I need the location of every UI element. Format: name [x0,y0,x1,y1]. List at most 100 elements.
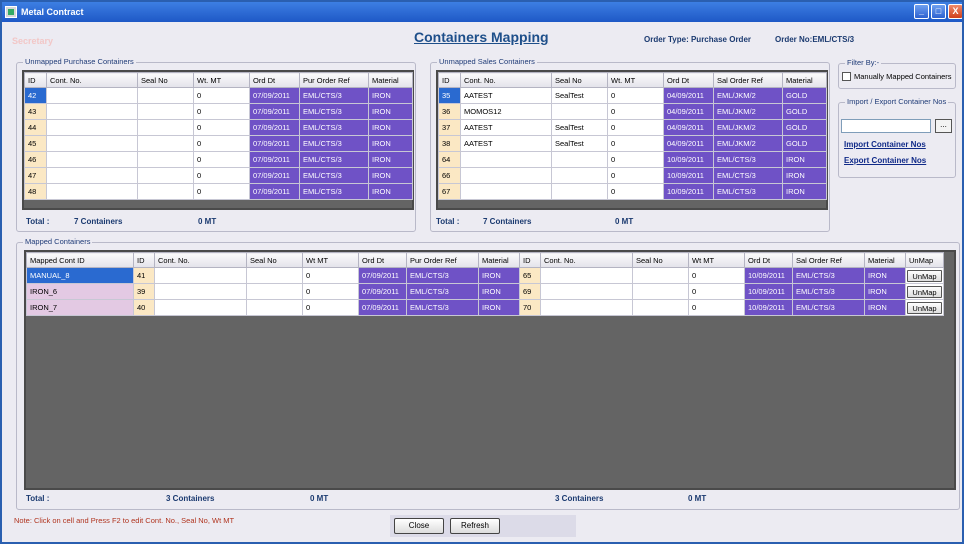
table-row[interactable]: MANUAL_8 41 0 07/09/2011 EML/CTS/3 IRON 65 0 10/… [26,267,944,284]
table-cell[interactable]: 0 [607,119,664,136]
table-cell[interactable]: 0 [688,267,745,284]
table-cell[interactable]: 0 [607,151,664,168]
manually-mapped-checkbox[interactable] [842,72,851,81]
table-cell[interactable] [154,267,247,284]
table-cell[interactable] [632,299,689,316]
column-header[interactable]: Material [864,252,906,268]
table-row[interactable]: 47 0 07/09/2011 EML/CTS/3 IRON [24,167,413,184]
table-cell[interactable] [246,283,303,300]
table-cell[interactable]: 0 [302,283,359,300]
table-cell[interactable]: 0 [607,87,664,104]
table-cell[interactable]: 0 [607,183,664,200]
mapped-containers-grid[interactable]: Mapped Cont ID ID Cont. No. Seal No Wt MT Ord… [24,250,956,490]
table-cell[interactable] [46,167,138,184]
table-cell[interactable] [551,183,608,200]
column-header[interactable]: Wt. MT [607,72,664,88]
table-row[interactable]: 38 AATEST SealTest 0 04/09/2011 EML/JKM/2 GOLD [438,135,827,152]
table-cell[interactable] [551,151,608,168]
column-header[interactable]: Seal No [137,72,194,88]
column-header[interactable]: Material [368,72,413,88]
column-header[interactable]: Seal No [551,72,608,88]
table-cell[interactable]: SealTest [551,87,608,104]
unmapped-purchase-grid[interactable]: ID Cont. No. Seal No Wt. MT Ord Dt Pur Order … [22,70,414,210]
refresh-button[interactable]: Refresh [450,518,500,534]
column-header[interactable]: Cont. No. [154,252,247,268]
table-cell[interactable] [137,103,194,120]
maximize-button[interactable]: □ [931,4,946,19]
column-header[interactable]: ID [438,72,461,88]
table-cell[interactable] [137,151,194,168]
column-header[interactable]: ID [133,252,155,268]
column-header[interactable]: UnMap [905,252,944,268]
table-cell[interactable]: SealTest [551,135,608,152]
column-header[interactable]: Seal No [632,252,689,268]
table-cell[interactable] [540,267,633,284]
table-cell[interactable]: 0 [193,119,250,136]
export-container-nos-link[interactable]: Export Container Nos [844,156,926,165]
table-cell[interactable] [46,151,138,168]
table-cell[interactable] [137,183,194,200]
table-cell[interactable] [137,135,194,152]
table-cell[interactable]: 0 [302,267,359,284]
table-cell[interactable] [46,183,138,200]
table-cell[interactable]: 0 [688,299,745,316]
table-cell[interactable] [137,119,194,136]
column-header[interactable]: ID [519,252,541,268]
table-cell[interactable] [540,283,633,300]
table-cell[interactable]: SealTest [551,119,608,136]
table-cell[interactable] [551,167,608,184]
table-cell[interactable] [46,119,138,136]
table-cell[interactable]: 0 [688,283,745,300]
table-cell[interactable] [46,103,138,120]
close-window-button[interactable]: X [948,4,962,19]
column-header[interactable]: Sal Order Ref [792,252,865,268]
column-header[interactable]: Cont. No. [46,72,138,88]
import-file-input[interactable] [841,119,931,133]
column-header[interactable]: Cont. No. [540,252,633,268]
column-header[interactable]: Seal No [246,252,303,268]
table-cell[interactable] [246,267,303,284]
table-row[interactable]: 46 0 07/09/2011 EML/CTS/3 IRON [24,151,413,168]
close-button[interactable]: Close [394,518,444,534]
table-cell[interactable] [460,151,552,168]
unmap-button[interactable]: UnMap [907,285,942,298]
table-cell[interactable] [632,267,689,284]
column-header[interactable]: Pur Order Ref [406,252,479,268]
table-cell[interactable] [46,135,138,152]
table-cell[interactable] [137,167,194,184]
column-header[interactable]: Cont. No. [460,72,552,88]
table-row[interactable]: 45 0 07/09/2011 EML/CTS/3 IRON [24,135,413,152]
table-row[interactable]: 64 0 10/09/2011 EML/CTS/3 IRON [438,151,827,168]
column-header[interactable]: Sal Order Ref [713,72,783,88]
manually-mapped-label[interactable]: Manually Mapped Containers [854,72,952,81]
column-header[interactable]: Wt. MT [193,72,250,88]
table-cell[interactable] [154,283,247,300]
table-cell[interactable]: 0 [302,299,359,316]
table-cell[interactable] [632,283,689,300]
table-cell[interactable]: AATEST [460,119,552,136]
table-cell[interactable]: AATEST [460,135,552,152]
table-cell[interactable]: 0 [193,167,250,184]
table-cell[interactable]: 0 [193,151,250,168]
table-cell[interactable]: AATEST [460,87,552,104]
table-cell[interactable] [137,87,194,104]
table-row[interactable]: 67 0 10/09/2011 EML/CTS/3 IRON [438,183,827,200]
table-row[interactable]: 37 AATEST SealTest 0 04/09/2011 EML/JKM/2 GOLD [438,119,827,136]
import-container-nos-link[interactable]: Import Container Nos [844,140,926,149]
unmap-button[interactable]: UnMap [907,301,942,314]
table-row[interactable]: IRON_6 39 0 07/09/2011 EML/CTS/3 IRON 69 0 10/09… [26,283,944,300]
table-cell[interactable]: 0 [193,183,250,200]
table-row[interactable]: 44 0 07/09/2011 EML/CTS/3 IRON [24,119,413,136]
table-cell[interactable] [460,167,552,184]
table-cell[interactable] [154,299,247,316]
table-cell[interactable]: 0 [193,103,250,120]
table-cell[interactable]: 0 [607,135,664,152]
column-header[interactable]: Pur Order Ref [299,72,369,88]
table-cell[interactable] [540,299,633,316]
table-row[interactable]: 43 0 07/09/2011 EML/CTS/3 IRON [24,103,413,120]
table-row[interactable]: 35 AATEST SealTest 0 04/09/2011 EML/JKM/2 GOLD [438,87,827,104]
column-header[interactable]: Ord Dt [663,72,714,88]
unmapped-sales-grid[interactable]: ID Cont. No. Seal No Wt. MT Ord Dt Sal Order … [436,70,828,210]
column-header[interactable]: Ord Dt [358,252,407,268]
table-cell[interactable]: MOMOS12 [460,103,552,120]
